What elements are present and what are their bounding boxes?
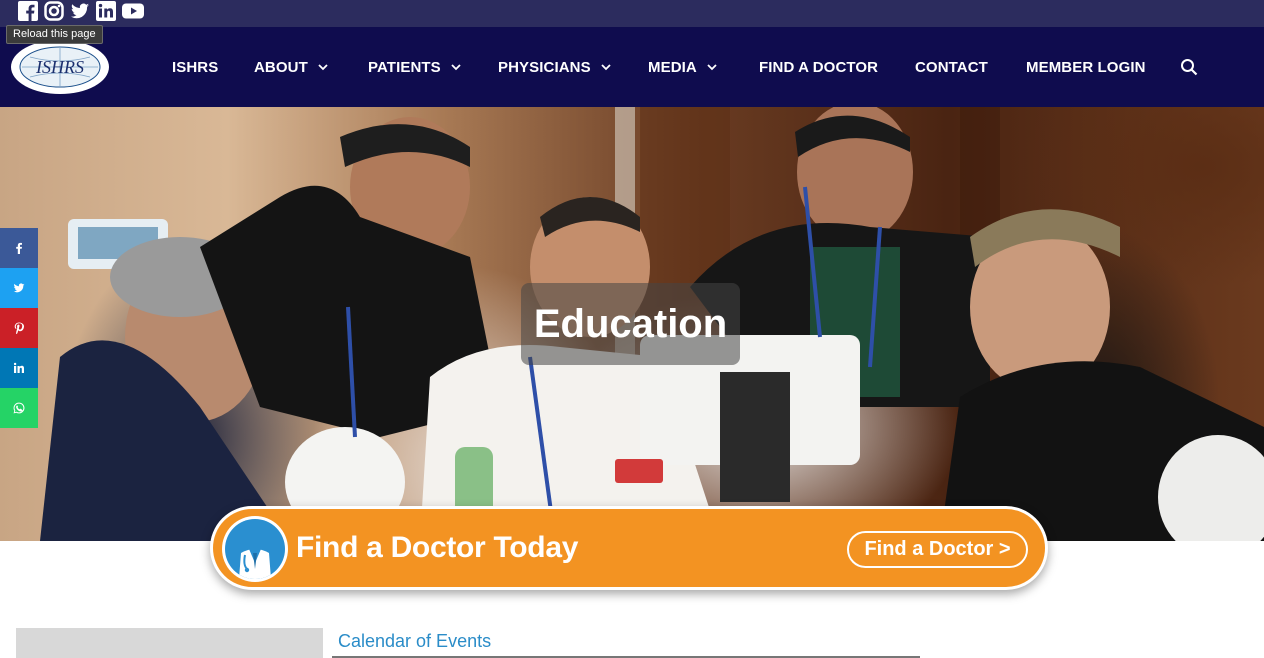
twitter-icon[interactable] [70, 1, 90, 21]
find-a-doctor-button[interactable]: Find a Doctor > [847, 531, 1028, 568]
chevron-down-icon [601, 63, 611, 70]
social-links [18, 1, 144, 21]
sidebar-placeholder [16, 628, 323, 658]
nav-item-contact[interactable]: CONTACT [915, 27, 988, 107]
share-facebook-button[interactable] [0, 228, 38, 268]
nav-menu: ISHRS ABOUT PATIENTS PHYSICIANS MEDIA FI… [0, 27, 1264, 107]
nav-item-label: MEMBER LOGIN [1026, 58, 1146, 76]
nav-item-label: ISHRS [172, 58, 219, 76]
nav-item-find-a-doctor[interactable]: FIND A DOCTOR [759, 27, 878, 107]
chevron-down-icon [451, 63, 461, 70]
hero-title: Education [533, 301, 728, 346]
nav-item-label: FIND A DOCTOR [759, 58, 879, 76]
share-twitter-button[interactable] [0, 268, 38, 308]
twitter-icon [13, 283, 25, 293]
hero-banner: Education [0, 107, 1264, 541]
nav-item-media[interactable]: MEDIA [648, 27, 717, 107]
nav-item-ishrs[interactable]: ISHRS [172, 27, 218, 107]
nav-item-label: CONTACT [915, 58, 988, 76]
share-pinterest-button[interactable] [0, 308, 38, 348]
hero-title-box: Education [521, 283, 740, 365]
nav-item-member-login[interactable]: MEMBER LOGIN [1026, 27, 1146, 107]
chevron-down-icon [707, 63, 717, 70]
chevron-down-icon [318, 63, 328, 70]
nav-item-patients[interactable]: PATIENTS [368, 27, 461, 107]
facebook-icon [16, 242, 22, 254]
nav-item-about[interactable]: ABOUT [254, 27, 328, 107]
facebook-icon[interactable] [18, 1, 38, 21]
linkedin-icon[interactable] [96, 1, 116, 21]
top-social-bar [0, 0, 1264, 27]
pinterest-icon [14, 322, 24, 334]
doctor-icon [222, 516, 288, 582]
instagram-icon[interactable] [44, 1, 64, 21]
youtube-icon[interactable] [122, 1, 144, 21]
whatsapp-icon [13, 402, 25, 414]
find-doctor-title: Find a Doctor Today [296, 531, 579, 564]
nav-item-label: ABOUT [254, 58, 308, 76]
share-whatsapp-button[interactable] [0, 388, 38, 428]
find-doctor-banner: Find a Doctor Today Find a Doctor > [210, 506, 1048, 590]
nav-item-label: MEDIA [648, 58, 697, 76]
nav-item-label: PATIENTS [368, 58, 441, 76]
linkedin-icon [13, 362, 24, 373]
search-icon[interactable] [1180, 58, 1198, 76]
nav-item-label: PHYSICIANS [498, 58, 591, 76]
share-sidebar [0, 228, 38, 428]
nav-item-physicians[interactable]: PHYSICIANS [498, 27, 611, 107]
share-linkedin-button[interactable] [0, 348, 38, 388]
calendar-of-events-link[interactable]: Calendar of Events [338, 631, 491, 652]
reload-tooltip: Reload this page [6, 25, 103, 44]
main-navigation: ISHRS ISHRS ABOUT PATIENTS PHYSICIANS ME… [0, 27, 1264, 107]
